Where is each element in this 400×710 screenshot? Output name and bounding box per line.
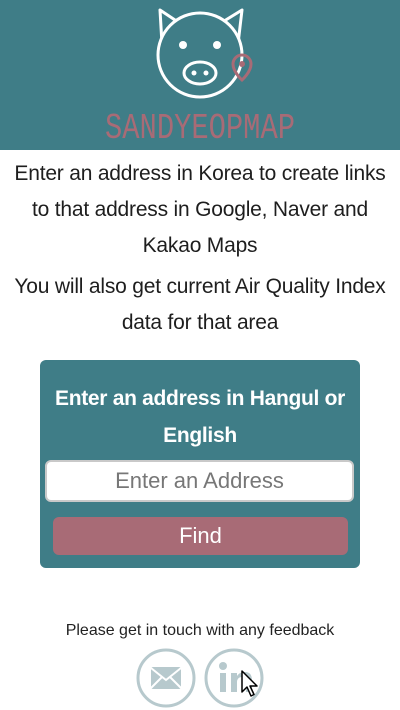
page: SANDYEOPMAP Enter an address in Korea to…: [0, 0, 400, 710]
mail-icon[interactable]: [136, 648, 196, 708]
pig-logo-icon: SANDYEOPMAP: [105, 8, 295, 149]
search-card: Enter an address in Hangul or English Fi…: [40, 360, 360, 568]
header-banner: SANDYEOPMAP: [0, 0, 400, 150]
intro-line-2: You will also get current Air Quality In…: [14, 275, 386, 334]
address-input[interactable]: [45, 460, 354, 502]
intro-line-1: Enter an address in Korea to create link…: [14, 162, 386, 257]
find-button[interactable]: Find: [53, 517, 348, 555]
intro-text: Enter an address in Korea to create link…: [0, 156, 400, 341]
mouse-cursor-icon: [240, 670, 260, 698]
logo-text: SANDYEOPMAP: [105, 108, 295, 149]
search-card-title: Enter an address in Hangul or English: [54, 387, 346, 447]
feedback-text: Please get in touch with any feedback: [65, 622, 335, 639]
